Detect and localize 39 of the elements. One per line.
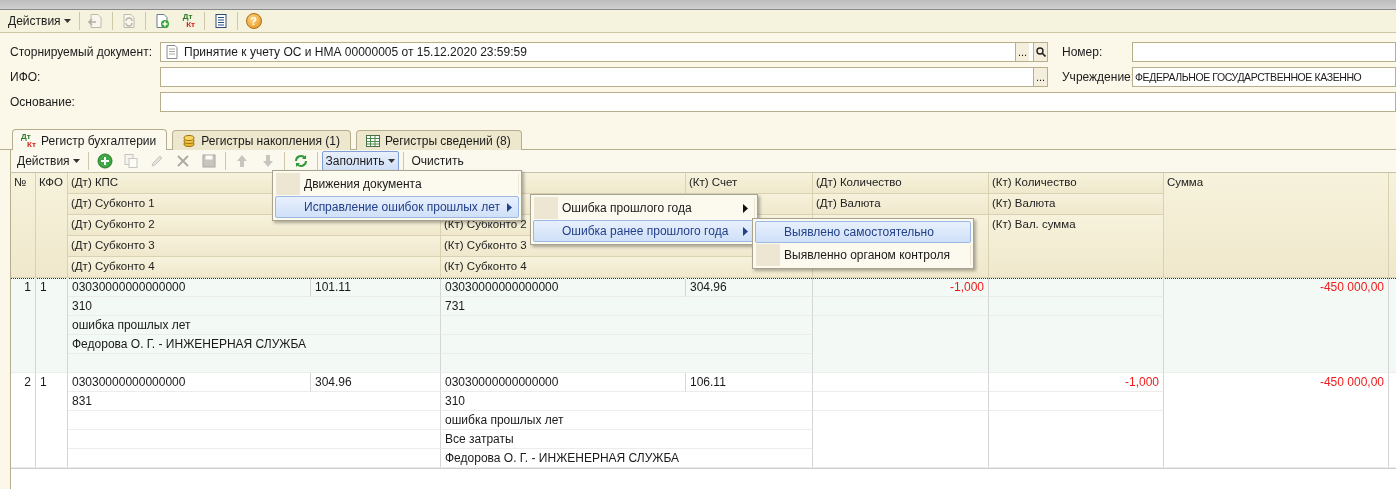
table-cell: -450 000,00 [1164, 373, 1389, 468]
table-cell: ошибка прошлых лет [68, 316, 441, 335]
column-header: КФО [36, 173, 68, 278]
dt-kt-icon: Дт Кт [21, 132, 37, 149]
field-label: Номер: [1062, 45, 1104, 59]
table-cell: Федорова О. Г. - ИНЖЕНЕРНАЯ СЛУЖБА [441, 449, 813, 468]
table-cell: 1 [36, 373, 68, 468]
table-cell: 106.11 [686, 373, 813, 392]
table-cell: -1,000 [989, 373, 1164, 392]
table-cell: 2 [11, 373, 36, 468]
column-header: (Дт) Валюта [813, 194, 989, 215]
column-header: (Кт) Количество [989, 173, 1164, 194]
table-cell: Все затраты [441, 430, 813, 449]
column-header: (Дт) Субконто 3 [68, 236, 441, 257]
table-cell: 101.11 [311, 278, 441, 297]
field-label: Сторнируемый документ: [10, 45, 153, 59]
table-cell: 03030000000000000 [441, 373, 686, 392]
table-cell: Федорова О. Г. - ИНЖЕНЕРНАЯ СЛУЖБА [68, 335, 441, 354]
table-cell: 731 [441, 297, 813, 316]
field-label: Учреждение: [1062, 70, 1132, 84]
table-cell: 304.96 [311, 373, 441, 392]
column-header: (Кт) Вал. сумма [989, 215, 1164, 278]
table-cell: -1,000 [813, 278, 989, 297]
column-header: (Кт) Валюта [989, 194, 1164, 215]
field-label: Основание: [10, 95, 76, 109]
table-cell: 03030000000000000 [68, 373, 311, 392]
table-cell: 831 [68, 392, 441, 411]
table-cell: 03030000000000000 [441, 278, 686, 297]
column-header: (Кт) Счет [686, 173, 813, 194]
table-cell: 03030000000000000 [68, 278, 311, 297]
table-cell: 310 [441, 392, 813, 411]
table-cell: ошибка прошлых лет [441, 411, 813, 430]
table-cell: 310 [68, 297, 441, 316]
column-header: № [11, 173, 36, 278]
column-header: Сумма [1164, 173, 1389, 278]
column-header: (Дт) Количество [813, 173, 989, 194]
field-label: ИФО: [10, 70, 42, 84]
column-header: (Дт) Субконто 4 [68, 257, 441, 278]
table-cell: 304.96 [686, 278, 813, 297]
